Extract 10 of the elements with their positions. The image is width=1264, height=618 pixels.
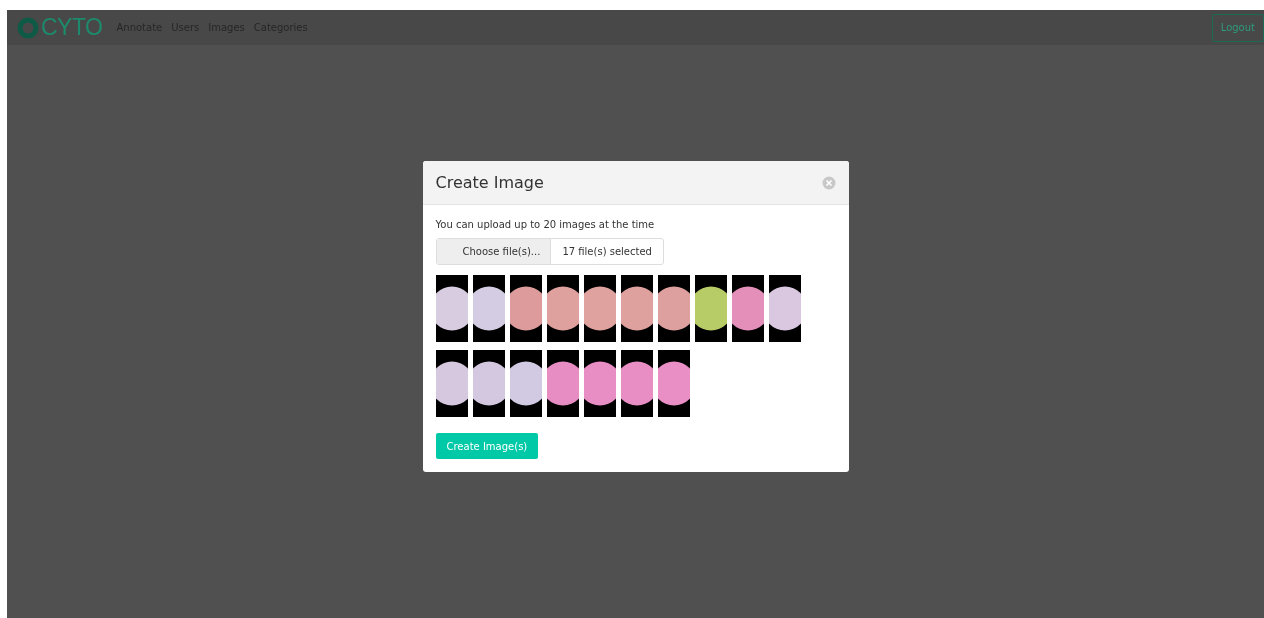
modal-title: Create Image: [435, 173, 544, 192]
file-status-text: 17 file(s) selected: [561, 245, 653, 259]
ring-logo-icon: [17, 16, 39, 39]
choose-files-button[interactable]: Choose file(s)...: [436, 239, 552, 264]
create-images-button[interactable]: Create Image(s): [435, 433, 539, 459]
logo-text[interactable]: CYTO: [41, 14, 103, 41]
file-field[interactable]: Choose file(s)... 17 file(s) selected: [435, 238, 664, 265]
upload-hint: You can upload up to 20 images at the time: [435, 219, 656, 230]
logout-button[interactable]: Logout: [1211, 13, 1264, 42]
close-icon[interactable]: [821, 175, 836, 190]
